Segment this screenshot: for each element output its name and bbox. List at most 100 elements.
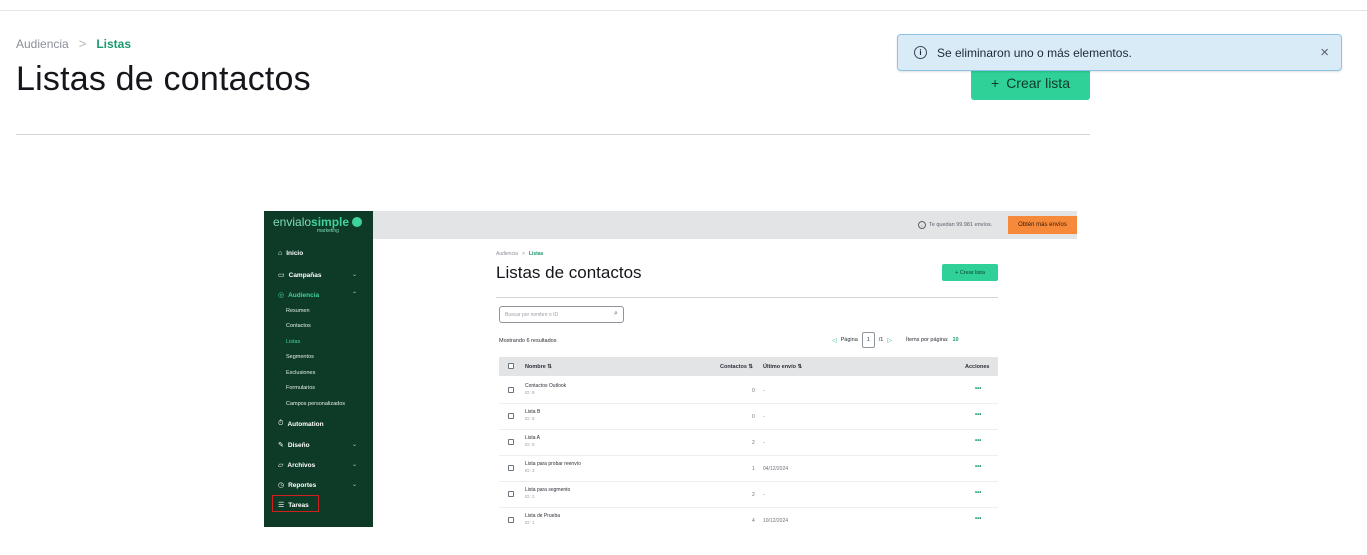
breadcrumb: Audiencia > Listas [16, 36, 131, 51]
page-total: /1 [878, 337, 884, 343]
row-last-send: 10/12/2024 [763, 518, 789, 524]
embedded-breadcrumb-root[interactable]: Audiencia [496, 251, 518, 257]
per-page-label: Ítems por página: [905, 337, 949, 343]
logo-text-2: simple [311, 215, 350, 229]
more-actions-icon[interactable]: ••• [975, 386, 981, 392]
nav-archivos[interactable]: ▱ Archivos [278, 461, 315, 470]
nav-automation[interactable]: ⏱ Automation [278, 420, 324, 428]
logo: envialosimple [273, 215, 363, 229]
nav-automation-label: Automation [287, 420, 324, 428]
row-last-send: - [763, 414, 765, 420]
title-divider [16, 134, 1090, 135]
info-icon: i [918, 221, 926, 229]
chevron-down-icon: ⌄ [352, 482, 358, 488]
header-last-send[interactable]: Último envío ⇅ [763, 364, 802, 370]
chevron-right-icon: > [78, 36, 87, 51]
automation-icon: ⏱ [278, 420, 284, 427]
row-contacts: 0 [752, 414, 755, 420]
subnav-resumen[interactable]: Resumen [286, 308, 310, 314]
toast-message: Se eliminaron uno o más elementos. [937, 45, 1132, 60]
highlight-box [272, 495, 319, 512]
row-name[interactable]: Lista de Prueba [525, 513, 560, 519]
row-last-send: 04/12/2024 [763, 466, 789, 472]
table-row: Lista para segmento ID: 2 2 - ••• [499, 481, 998, 508]
embedded-create-list-button[interactable]: + Crear lista [942, 264, 998, 281]
row-contacts: 0 [752, 388, 755, 394]
logo-text-1: envialo [273, 215, 312, 229]
more-actions-icon[interactable]: ••• [975, 490, 981, 496]
prev-page-icon[interactable]: ◁ [832, 337, 837, 344]
create-list-label: Crear lista [1006, 75, 1070, 91]
chevron-down-icon: ⌄ [352, 272, 358, 278]
nav-audiencia-label: Audiencia [288, 291, 320, 299]
chevron-up-icon: ⌃ [352, 292, 358, 298]
campaign-icon: ▭ [278, 272, 285, 279]
create-list-button[interactable]: + Crear lista [971, 66, 1090, 100]
row-contacts: 2 [752, 440, 755, 446]
table-row: Contactos Outlook ID: 9 0 - ••• [499, 377, 998, 404]
logo-icon [352, 217, 363, 227]
header-actions: Acciones [965, 364, 990, 370]
row-checkbox[interactable] [508, 413, 514, 419]
embedded-page-title: Listas de contactos [496, 263, 642, 282]
nav-inicio-label: Inicio [286, 250, 304, 257]
header-name[interactable]: Nombre ⇅ [525, 364, 552, 370]
more-actions-icon[interactable]: ••• [975, 516, 981, 522]
audience-icon: ◎ [278, 292, 285, 299]
search-icon[interactable]: ⌕ [614, 310, 618, 318]
row-checkbox[interactable] [508, 517, 514, 523]
quota-text: Te quedan 99.981 envíos. [929, 222, 993, 228]
row-last-send: - [763, 388, 765, 394]
subnav-campos[interactable]: Campos personalizados [286, 401, 345, 407]
subnav-exclusiones[interactable]: Exclusiones [286, 370, 315, 376]
row-contacts: 4 [752, 518, 755, 524]
nav-diseno-label: Diseño [287, 441, 310, 449]
next-page-icon[interactable]: ▷ [887, 337, 892, 344]
subnav-segmentos[interactable]: Segmentos [286, 354, 314, 360]
home-icon: ⌂ [278, 250, 283, 257]
row-contacts: 2 [752, 492, 755, 498]
subnav-formularios[interactable]: Formularios [286, 385, 315, 391]
nav-campanas-label: Campañas [288, 271, 322, 279]
nav-inicio[interactable]: ⌂ Inicio [278, 250, 303, 257]
select-all-checkbox[interactable] [508, 363, 514, 369]
notification-toast: i Se eliminaron uno o más elementos. × [897, 34, 1342, 71]
close-icon[interactable]: × [1320, 44, 1329, 61]
pen-icon: ✎ [278, 442, 284, 449]
embedded-breadcrumb: Audiencia > Listas [496, 251, 543, 257]
report-icon: ◷ [278, 482, 285, 489]
header-contacts[interactable]: Contactos ⇅ [720, 364, 753, 370]
folder-icon: ▱ [278, 462, 284, 469]
row-last-send: - [763, 440, 765, 446]
row-name[interactable]: Contactos Outlook [525, 383, 566, 389]
row-name[interactable]: Lista A [525, 435, 540, 441]
row-checkbox[interactable] [508, 439, 514, 445]
nav-campanas[interactable]: ▭ Campañas [278, 271, 322, 280]
nav-diseno[interactable]: ✎ Diseño [278, 441, 310, 450]
row-checkbox[interactable] [508, 387, 514, 393]
row-checkbox[interactable] [508, 465, 514, 471]
nav-audiencia[interactable]: ◎ Audiencia [278, 291, 320, 300]
row-name[interactable]: Lista para probar reenvío [525, 461, 581, 467]
more-actions-icon[interactable]: ••• [975, 438, 981, 444]
subnav-contactos[interactable]: Contactos [286, 323, 311, 329]
more-actions-icon[interactable]: ••• [975, 412, 981, 418]
buy-sends-button[interactable]: Obtén más envíos [1008, 216, 1077, 234]
embedded-divider [496, 297, 998, 298]
row-id: ID: 5 [525, 442, 535, 447]
subnav-listas[interactable]: Listas [286, 339, 300, 345]
more-actions-icon[interactable]: ••• [975, 464, 981, 470]
nav-reportes-label: Reportes [288, 481, 317, 489]
plus-icon: + [991, 75, 1000, 91]
pagination: ◁ Página 1 /1 ▷ Ítems por página: 10 [832, 332, 959, 348]
per-page-select[interactable]: 10 [952, 337, 958, 343]
nav-reportes[interactable]: ◷ Reportes [278, 481, 317, 490]
page-input[interactable]: 1 [861, 332, 875, 348]
row-checkbox[interactable] [508, 491, 514, 497]
row-name[interactable]: Lista para segmento [525, 487, 570, 493]
row-name[interactable]: Lista B [525, 409, 540, 415]
breadcrumb-audiencia[interactable]: Audiencia [16, 37, 69, 51]
table-header: Nombre ⇅ Contactos ⇅ Último envío ⇅ Acci… [499, 357, 998, 376]
sidebar: envialosimple marketing ⌂ Inicio ▭ Campaña… [264, 211, 373, 527]
embedded-screenshot: envialosimple marketing ⌂ Inicio ▭ Campaña… [264, 211, 1077, 527]
